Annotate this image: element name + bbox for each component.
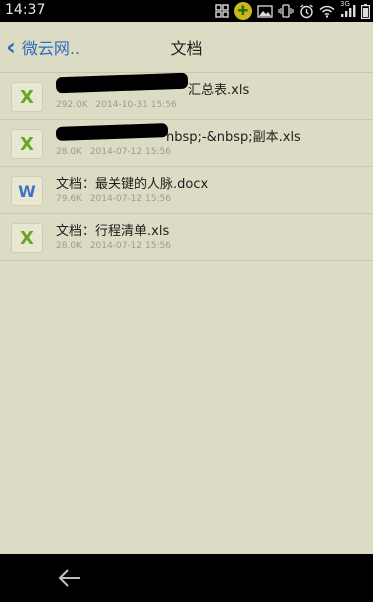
excel-file-icon: X: [11, 82, 43, 112]
page-title: 文档: [170, 39, 203, 58]
vibrate-icon: [278, 4, 294, 18]
file-name: 文档：行程清单.xls: [56, 224, 170, 239]
excel-file-icon: X: [11, 223, 43, 253]
alarm-icon: [299, 3, 314, 19]
file-date: 2014-07-12 15:56: [89, 241, 171, 251]
file-size: 28.0K: [56, 147, 82, 157]
grid-icon: [215, 4, 229, 18]
file-date: 2014-07-12 15:56: [89, 194, 171, 204]
file-row[interactable]: X 汇总表.xls 292.0K 2014-10-31 15:56: [0, 72, 373, 120]
file-name: 文档：最关键的人脉.docx: [56, 177, 209, 192]
file-meta: 79.6K 2014-07-12 15:56: [56, 194, 171, 204]
file-list: X 汇总表.xls 292.0K 2014-10-31 15:56 X nbsp…: [0, 72, 373, 261]
redaction-mark: [55, 123, 169, 141]
file-meta: 28.0K 2014-07-12 15:56: [56, 241, 171, 251]
file-row[interactable]: W 文档：最关键的人脉.docx 79.6K 2014-07-12 15:56: [0, 167, 373, 214]
file-row[interactable]: X 文档：行程清单.xls 28.0K 2014-07-12 15:56: [0, 214, 373, 261]
file-date: 2014-10-31 15:56: [95, 100, 177, 110]
back-arrow-icon[interactable]: [58, 568, 82, 588]
green-app-icon: ✚: [234, 2, 252, 20]
status-icons: ✚ 3G: [215, 0, 370, 20]
word-file-icon: W: [11, 176, 43, 206]
status-time: 14:37: [5, 2, 46, 18]
file-date: 2014-07-12 15:56: [89, 147, 171, 157]
image-icon: [257, 4, 273, 18]
system-nav-bar: [0, 554, 373, 602]
signal-3g-icon: 3G: [340, 0, 356, 18]
file-row[interactable]: X nbsp;-&nbsp;副本.xls 28.0K 2014-07-12 15…: [0, 120, 373, 167]
network-type: 3G: [340, 0, 350, 8]
excel-file-icon: X: [11, 129, 43, 159]
file-size: 79.6K: [56, 194, 82, 204]
redaction-mark: [55, 72, 189, 94]
file-size: 292.0K: [56, 100, 88, 110]
file-meta: 28.0K 2014-07-12 15:56: [56, 147, 171, 157]
file-name: 汇总表.xls: [188, 83, 250, 98]
nav-bar: ‹ 微云网.. 文档: [0, 22, 373, 73]
status-bar: 14:37 ✚ 3G: [0, 0, 373, 22]
file-name: nbsp;-&nbsp;副本.xls: [166, 130, 301, 145]
wifi-icon: [319, 5, 335, 18]
battery-icon: [361, 3, 370, 19]
file-size: 28.0K: [56, 241, 82, 251]
file-meta: 292.0K 2014-10-31 15:56: [56, 100, 177, 110]
